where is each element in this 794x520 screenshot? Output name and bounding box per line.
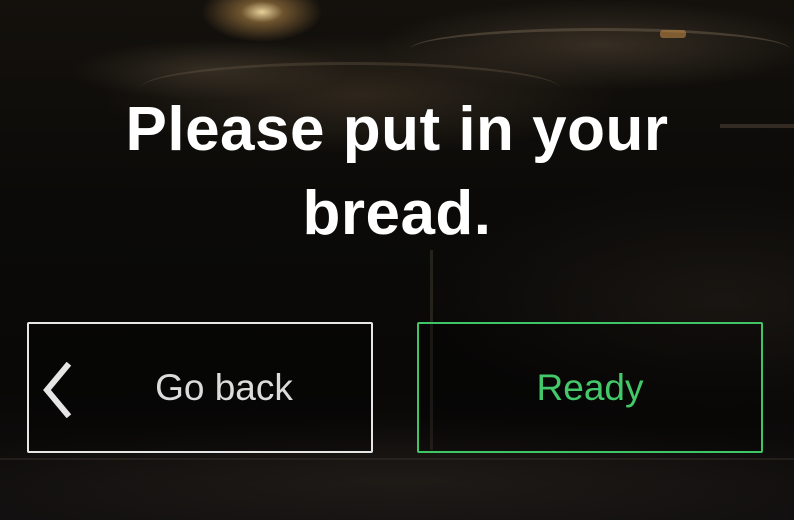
ready-button[interactable]: Ready — [417, 322, 763, 453]
ready-button-label: Ready — [536, 366, 644, 408]
background-photo-detail — [660, 30, 686, 38]
background-photo-detail — [410, 28, 790, 71]
go-back-button-label: Go back — [155, 366, 293, 408]
chevron-left-icon — [43, 362, 72, 418]
screen: Please put in your bread. Go back Ready — [0, 0, 794, 520]
go-back-button[interactable]: Go back — [27, 322, 373, 453]
prompt-title: Please put in your bread. — [125, 95, 669, 248]
background-photo-detail — [0, 458, 794, 460]
